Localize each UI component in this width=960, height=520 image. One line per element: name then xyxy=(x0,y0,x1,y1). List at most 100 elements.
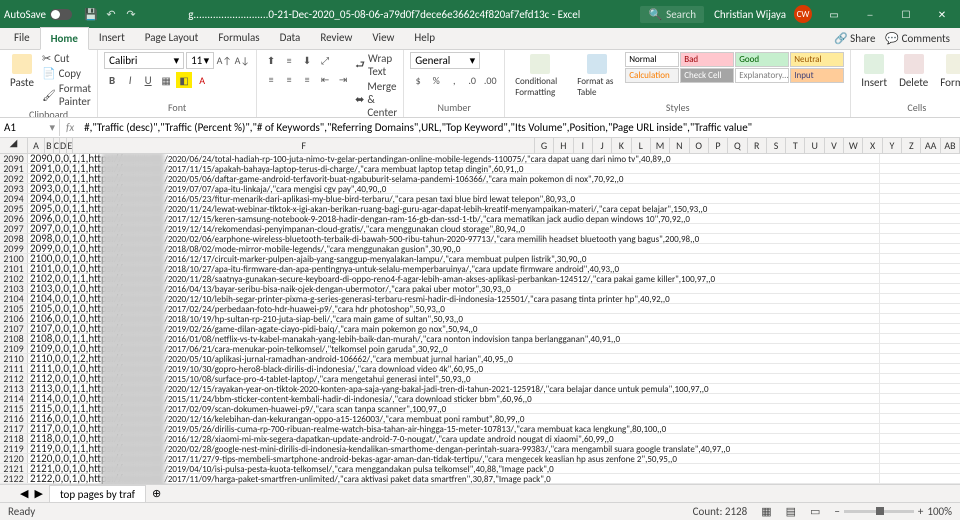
paste-button[interactable]: Paste xyxy=(6,52,38,91)
save-icon[interactable]: 💾 xyxy=(84,7,98,21)
style-check-cell[interactable]: Check Cell xyxy=(680,68,734,83)
col-header-P[interactable]: P xyxy=(709,138,728,153)
format-cells-button[interactable]: Format xyxy=(936,52,960,91)
cell[interactable]: ████████/2017/02/09/scan-dokumen-huawei-… xyxy=(100,404,880,413)
style-normal[interactable]: Normal xyxy=(625,52,679,67)
col-header-U[interactable]: U xyxy=(805,138,824,153)
align-center-icon[interactable]: ≡ xyxy=(281,71,297,87)
col-header-J[interactable]: J xyxy=(593,138,612,153)
cut-button[interactable]: ✂ Cut xyxy=(42,52,91,65)
copy-button[interactable]: 📄 Copy xyxy=(42,67,91,80)
italic-icon[interactable]: I xyxy=(122,72,138,88)
cell[interactable]: ████████/2017/06/21/cara-menukar-poin-te… xyxy=(100,344,880,353)
style-explanatory-[interactable]: Explanatory... xyxy=(735,68,789,83)
conditional-formatting-button[interactable]: Conditional Formatting xyxy=(511,52,569,100)
col-header-V[interactable]: V xyxy=(825,138,844,153)
percent-icon[interactable]: % xyxy=(428,72,444,88)
cell[interactable]: ████████/2016/01/08/netflix-vs-tv-kabel-… xyxy=(100,334,880,343)
cell[interactable]: ████████/2018/10/19/hp-sultan-rp-210-jut… xyxy=(100,314,880,323)
view-normal-icon[interactable]: ▦ xyxy=(761,505,771,518)
tab-insert[interactable]: Insert xyxy=(89,27,135,49)
align-bottom-icon[interactable]: ⬇ xyxy=(299,52,315,68)
tab-home[interactable]: Home xyxy=(40,27,89,50)
user-name[interactable]: Christian Wijaya xyxy=(714,8,786,21)
col-header-R[interactable]: R xyxy=(748,138,767,153)
cell[interactable]: ████████/2018/10/27/apa-itu-firmware-dan… xyxy=(100,264,880,273)
tab-formulas[interactable]: Formulas xyxy=(208,27,269,49)
style-calculation[interactable]: Calculation xyxy=(625,68,679,83)
fx-icon[interactable]: fx xyxy=(60,121,80,134)
search-box[interactable]: 🔍 Search xyxy=(640,6,704,23)
cell[interactable]: ████████/2019/04/10/isi-pulsa-pesta-kuot… xyxy=(100,464,880,473)
font-color-icon[interactable]: A xyxy=(194,72,210,88)
increase-decimal-icon[interactable]: .0 xyxy=(464,72,480,88)
col-header-K[interactable]: K xyxy=(612,138,631,153)
insert-cells-button[interactable]: Insert xyxy=(857,52,891,91)
new-sheet-icon[interactable]: ⊕ xyxy=(152,487,161,500)
style-bad[interactable]: Bad xyxy=(680,52,734,67)
cell[interactable]: ████████/2020/05/10/aplikasi-jurnal-rama… xyxy=(100,354,880,363)
cell[interactable]: ████████/2020/11/28/saatnya-gunakan-secu… xyxy=(100,274,880,283)
style-good[interactable]: Good xyxy=(735,52,789,67)
cell[interactable]: ████████/2017/11/09/harga-paket-smartfre… xyxy=(100,474,880,483)
cell[interactable]: ████████/2019/07/07/apa-itu-linkaja/,"ca… xyxy=(100,184,880,193)
style-neutral[interactable]: Neutral xyxy=(790,52,844,67)
decrease-decimal-icon[interactable]: .00 xyxy=(482,72,498,88)
view-page-layout-icon[interactable]: ▤ xyxy=(786,505,796,518)
tab-review[interactable]: Review xyxy=(310,27,362,49)
sheet-nav-next-icon[interactable]: ▶ xyxy=(34,487,42,500)
col-header-W[interactable]: W xyxy=(844,138,863,153)
cell[interactable]: ████████/2020/12/10/lebih-segar-printer-… xyxy=(100,294,880,303)
maximize-icon[interactable]: ☐ xyxy=(892,8,920,21)
ribbon-options-icon[interactable]: ▭ xyxy=(820,8,848,21)
cell[interactable]: ████████/2020/12/16/kelebihan-dan-kekura… xyxy=(100,414,880,423)
number-format-select[interactable]: General▾ xyxy=(410,52,480,69)
cell[interactable]: ████████/2019/05/26/dirilis-cuma-rp-700-… xyxy=(100,424,880,433)
cell[interactable]: ████████/2017/11/27/9-tips-membeli-smart… xyxy=(100,454,880,463)
cell-styles-gallery[interactable]: NormalBadGoodNeutral CalculationCheck Cel… xyxy=(625,52,844,83)
col-header-F[interactable]: F xyxy=(73,138,534,153)
cell[interactable]: ████████/2016/05/23/fitur-menarik-dari-a… xyxy=(100,194,880,203)
fill-color-icon[interactable]: ◧ xyxy=(176,72,192,88)
cell[interactable]: ████████/2019/10/30/gopro-hero8-black-di… xyxy=(100,364,880,373)
tab-help[interactable]: Help xyxy=(404,27,445,49)
col-header-AA[interactable]: AA xyxy=(921,138,940,153)
formula-input[interactable]: #,"Traffic (desc)","Traffic (Percent %)"… xyxy=(80,119,960,136)
cell[interactable]: ████████/2020/11/24/lewat-webinar-tiktok… xyxy=(100,204,880,213)
select-all-cell[interactable]: ◢ xyxy=(0,138,28,153)
col-header-X[interactable]: X xyxy=(863,138,882,153)
font-size-select[interactable]: 11▾ xyxy=(186,52,214,69)
cell[interactable]: ████████/2019/02/26/game-dilan-agate-cia… xyxy=(100,324,880,333)
autosave-toggle[interactable]: AutoSave xyxy=(4,8,72,21)
col-header-Y[interactable]: Y xyxy=(883,138,902,153)
cell[interactable]: ████████/2020/02/06/earphone-wireless-bl… xyxy=(100,234,880,243)
align-left-icon[interactable]: ≡ xyxy=(263,71,279,87)
underline-icon[interactable]: U xyxy=(140,72,156,88)
border-icon[interactable]: ▦ xyxy=(158,72,174,88)
align-middle-icon[interactable]: ≡ xyxy=(281,52,297,68)
wrap-text-button[interactable]: ⮐ Wrap Text xyxy=(355,52,397,78)
sheet-tab-active[interactable]: top pages by traf xyxy=(49,485,146,503)
orientation-icon[interactable]: ⤢ xyxy=(317,52,333,68)
cell[interactable]: ████████/2019/12/14/rekomendasi-penyimpa… xyxy=(100,224,880,233)
tab-data[interactable]: Data xyxy=(270,27,311,49)
minimize-icon[interactable]: ─ xyxy=(856,8,884,21)
close-icon[interactable]: ✕ xyxy=(928,8,956,21)
col-header-I[interactable]: I xyxy=(574,138,593,153)
cell[interactable]: ████████/2020/02/28/google-nest-mini-dir… xyxy=(100,444,880,453)
col-header-T[interactable]: T xyxy=(786,138,805,153)
col-header-S[interactable]: S xyxy=(767,138,786,153)
cell[interactable]: ████████/2016/04/13/bayar-seribu-bisa-na… xyxy=(100,284,880,293)
undo-icon[interactable]: ↶ xyxy=(104,7,118,21)
cell[interactable]: ████████/2016/12/17/circuit-marker-pulpe… xyxy=(100,254,880,263)
cell[interactable]: ████████/2017/02/24/perbedaan-foto-hdr-h… xyxy=(100,304,880,313)
tab-view[interactable]: View xyxy=(362,27,404,49)
redo-icon[interactable]: ↷ xyxy=(124,7,138,21)
col-header-Q[interactable]: Q xyxy=(728,138,747,153)
format-as-table-button[interactable]: Format as Table xyxy=(573,52,621,100)
col-header-L[interactable]: L xyxy=(632,138,651,153)
cell[interactable]: ████████/2017/12/15/keren-samsung-notebo… xyxy=(100,214,880,223)
tab-file[interactable]: File xyxy=(4,27,40,49)
worksheet-grid[interactable]: ◢ABCDEFGHIJKLMNOPQRSTUVWXYZAAAB 20902090… xyxy=(0,138,960,484)
col-header-H[interactable]: H xyxy=(554,138,573,153)
